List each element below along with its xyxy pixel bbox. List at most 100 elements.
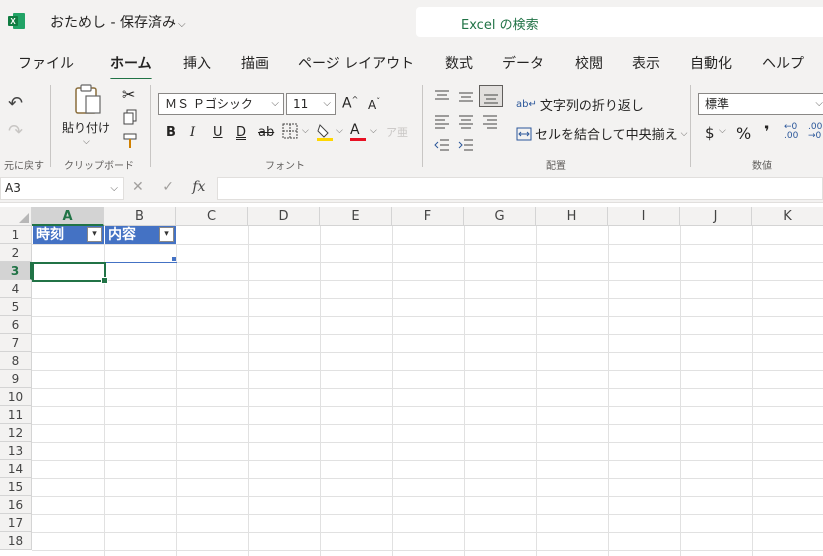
borders-button[interactable] — [282, 123, 298, 143]
column-header-i[interactable]: I — [608, 207, 680, 226]
table-header-cell[interactable]: 内容 ▾ — [105, 226, 177, 244]
row-header-12[interactable]: 12 — [0, 424, 32, 442]
column-header-b[interactable]: B — [104, 207, 176, 226]
row-header-8[interactable]: 8 — [0, 352, 32, 370]
tab-draw[interactable]: 描画 — [241, 53, 269, 73]
tab-data[interactable]: データ — [502, 53, 544, 73]
column-header-c[interactable]: C — [176, 207, 248, 226]
tab-file[interactable]: ファイル — [18, 53, 74, 73]
percent-format-button[interactable]: % — [736, 124, 751, 143]
title-bar: X おためし - 保存済み ⌵ Excel の検索 — [0, 0, 823, 44]
column-header-a[interactable]: A — [32, 207, 104, 226]
select-all-button[interactable] — [0, 207, 32, 226]
row-header-2[interactable]: 2 — [0, 244, 32, 262]
column-header-h[interactable]: H — [536, 207, 608, 226]
row-header-18[interactable]: 18 — [0, 532, 32, 550]
wrap-text-button[interactable]: ab↵ 文字列の折り返し — [516, 95, 644, 114]
strikethrough-button[interactable]: ab — [258, 125, 274, 140]
formula-input[interactable] — [217, 177, 823, 200]
decrease-decimal-icon[interactable]: .00 →0 — [808, 123, 822, 141]
insert-function-icon[interactable]: fx — [192, 179, 205, 195]
column-header-f[interactable]: F — [392, 207, 464, 226]
row-header-3[interactable]: 3 — [0, 262, 32, 280]
column-header-j[interactable]: J — [680, 207, 752, 226]
font-name-select[interactable]: ＭＳ Ｐゴシック ⌵ — [158, 93, 284, 115]
document-title[interactable]: おためし - 保存済み ⌵ — [50, 12, 186, 32]
align-center-icon[interactable] — [458, 113, 474, 133]
row-header-14[interactable]: 14 — [0, 460, 32, 478]
excel-logo-icon[interactable]: X — [8, 12, 26, 30]
bold-button[interactable]: B — [166, 125, 176, 140]
paste-label[interactable]: 貼り付け — [62, 119, 110, 136]
format-painter-icon[interactable] — [122, 133, 138, 149]
increase-decimal-icon[interactable]: ←0.00 — [784, 123, 798, 141]
gridline — [32, 316, 823, 317]
tab-review[interactable]: 校閲 — [575, 53, 603, 73]
table-resize-handle[interactable] — [172, 257, 176, 261]
align-bottom-icon[interactable] — [479, 85, 503, 107]
merge-center-button[interactable]: セルを結合して中央揃え ⌵ — [516, 124, 687, 143]
align-right-icon[interactable] — [482, 113, 498, 133]
number-format-select[interactable]: 標準 ⌵ — [698, 93, 823, 115]
row-header-1[interactable]: 1 — [0, 226, 32, 244]
row-header-10[interactable]: 10 — [0, 388, 32, 406]
italic-button[interactable]: I — [190, 125, 195, 140]
row-header-4[interactable]: 4 — [0, 280, 32, 298]
chevron-down-icon[interactable]: ⌵ — [370, 126, 377, 136]
redo-icon[interactable]: ↷ — [8, 121, 23, 142]
chevron-down-icon[interactable]: ⌵ — [336, 126, 343, 136]
underline-button[interactable]: U — [213, 125, 223, 140]
undo-icon[interactable]: ↶ — [8, 93, 23, 114]
decrease-indent-icon[interactable] — [434, 137, 450, 157]
row-header-6[interactable]: 6 — [0, 316, 32, 334]
cancel-icon[interactable]: ✕ — [132, 179, 144, 195]
font-size-select[interactable]: 11 ⌵ — [286, 93, 336, 115]
increase-indent-icon[interactable] — [458, 137, 474, 157]
increase-font-size-icon[interactable]: A^ — [342, 95, 358, 112]
row-header-7[interactable]: 7 — [0, 334, 32, 352]
paste-button[interactable] — [73, 83, 103, 115]
chevron-down-icon[interactable]: ⌵ — [719, 126, 726, 136]
filter-dropdown-icon[interactable]: ▾ — [159, 227, 174, 242]
align-middle-icon[interactable] — [458, 89, 474, 109]
decrease-font-size-icon[interactable]: Aˇ — [368, 97, 380, 112]
align-left-icon[interactable] — [434, 113, 450, 133]
name-box[interactable]: A3 ⌵ — [0, 177, 124, 200]
tab-automate[interactable]: 自動化 — [690, 53, 732, 73]
tab-insert[interactable]: 挿入 — [183, 53, 211, 73]
row-header-5[interactable]: 5 — [0, 298, 32, 316]
align-top-icon[interactable] — [434, 89, 450, 109]
double-underline-button[interactable]: D — [236, 125, 246, 140]
filter-dropdown-icon[interactable]: ▾ — [87, 227, 102, 242]
tab-help[interactable]: ヘルプ — [762, 53, 804, 73]
column-header-k[interactable]: K — [752, 207, 823, 226]
spreadsheet-grid[interactable]: A B C D E F G H I J K 1 2 3 4 5 6 7 8 9 10 11 12 13 14 15 16 17 18 時刻… — [0, 207, 823, 556]
row-header-17[interactable]: 17 — [0, 514, 32, 532]
phonetic-guide-icon[interactable]: ア亜 — [386, 124, 408, 140]
cut-icon[interactable]: ✂ — [122, 85, 135, 104]
column-header-e[interactable]: E — [320, 207, 392, 226]
font-color-button[interactable]: A — [350, 123, 366, 141]
comma-style-button[interactable]: ❜ — [764, 122, 770, 141]
gridline — [32, 460, 823, 461]
tab-formulas[interactable]: 数式 — [445, 53, 473, 73]
active-cell[interactable] — [32, 262, 108, 284]
row-header-13[interactable]: 13 — [0, 442, 32, 460]
chevron-down-icon[interactable]: ⌵ — [302, 126, 309, 136]
row-header-11[interactable]: 11 — [0, 406, 32, 424]
row-header-9[interactable]: 9 — [0, 370, 32, 388]
fill-color-button[interactable] — [316, 122, 334, 146]
tab-view[interactable]: 表示 — [632, 53, 660, 73]
row-header-15[interactable]: 15 — [0, 478, 32, 496]
chevron-down-icon[interactable]: ⌵ — [83, 137, 90, 147]
column-header-d[interactable]: D — [248, 207, 320, 226]
column-header-g[interactable]: G — [464, 207, 536, 226]
currency-format-button[interactable]: $ — [705, 124, 715, 142]
row-header-16[interactable]: 16 — [0, 496, 32, 514]
search-box[interactable]: Excel の検索 — [416, 7, 823, 37]
tab-page-layout[interactable]: ページ レイアウト — [298, 53, 414, 73]
tab-home[interactable]: ホーム — [110, 53, 152, 81]
enter-icon[interactable]: ✓ — [162, 179, 174, 195]
copy-icon[interactable] — [122, 109, 138, 125]
table-header-cell[interactable]: 時刻 ▾ — [33, 226, 105, 244]
